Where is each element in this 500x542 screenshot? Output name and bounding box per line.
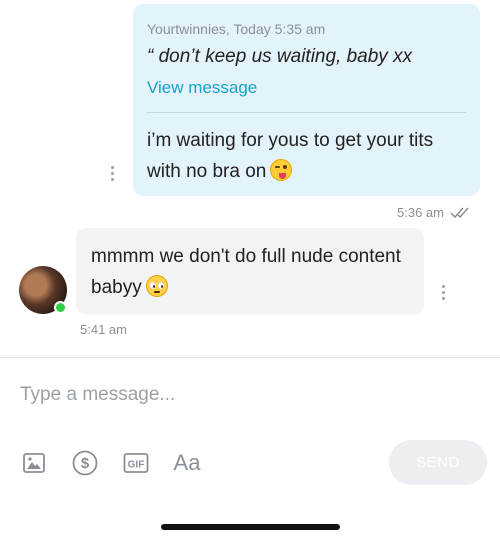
pleading-face-emoji-icon — [145, 275, 168, 297]
received-message-time: 5:41 am — [80, 322, 127, 337]
message-input[interactable] — [20, 380, 480, 410]
dollar-icon[interactable]: $ — [72, 450, 98, 476]
sent-message-bubble: Yourtwinnies, Today 5:35 am “ don’t keep… — [133, 4, 480, 196]
view-message-link[interactable]: View message — [147, 78, 257, 98]
received-message-more-options-icon[interactable] — [441, 285, 447, 303]
sender-avatar[interactable] — [19, 266, 67, 314]
received-message-body: mmmm we don't do full nude content babyy — [91, 246, 401, 298]
received-message-bubble: mmmm we don't do full nude content babyy — [76, 228, 424, 314]
home-indicator — [161, 524, 340, 530]
svg-text:GIF: GIF — [128, 460, 145, 471]
text-format-label: Aa — [173, 450, 201, 475]
sent-message-more-options-icon[interactable] — [110, 166, 116, 184]
text-format-icon[interactable]: Aa — [172, 450, 202, 476]
online-status-dot — [54, 301, 67, 314]
quoted-message-text: “ don’t keep us waiting, baby xx — [147, 46, 413, 67]
sent-message-time: 5:36 am — [397, 205, 444, 220]
received-message-text: mmmm we don't do full nude content babyy — [91, 241, 410, 303]
quote-divider — [147, 112, 466, 113]
winking-tongue-emoji-icon — [270, 159, 293, 181]
sent-message-text: i’m waiting for yous to get your tits wi… — [147, 125, 466, 187]
image-icon[interactable] — [22, 450, 46, 476]
double-check-icon — [450, 207, 469, 218]
quote-sender-time: Yourtwinnies, Today 5:35 am — [147, 21, 326, 37]
svg-text:$: $ — [81, 455, 90, 472]
composer-divider — [0, 357, 500, 358]
send-button[interactable]: SEND — [389, 440, 487, 485]
gif-icon[interactable]: GIF — [123, 450, 149, 476]
sent-message-status: 5:36 am — [397, 205, 472, 220]
